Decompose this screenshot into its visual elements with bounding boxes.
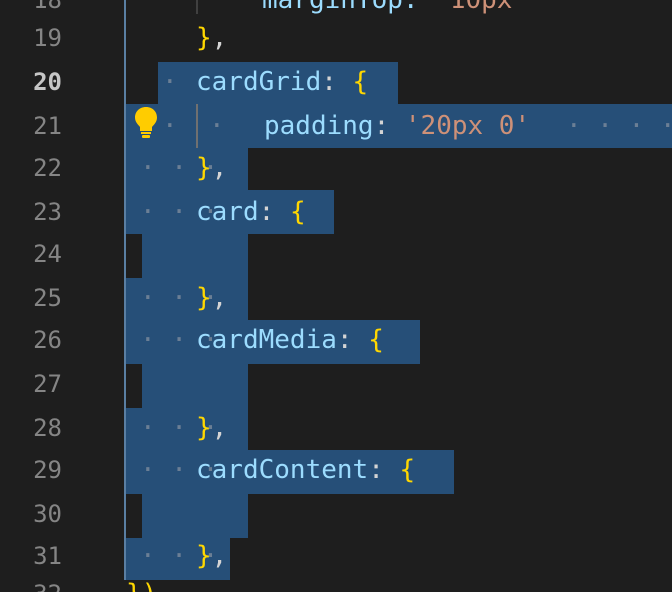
code-token: , <box>211 413 228 443</box>
code-token: } <box>196 541 212 571</box>
code-line[interactable]: 25 · · · }, <box>0 276 672 320</box>
whitespace-markers: · · · · · <box>566 111 672 141</box>
code-token: } <box>196 413 212 443</box>
code-line[interactable]: 22 · · · }, <box>0 146 672 190</box>
code-token: '20px 0' <box>404 111 531 141</box>
line-number: 26 <box>33 326 62 354</box>
code-editor[interactable]: 18 marginTop: '10px' 19 }, 20 · cardGrid… <box>0 0 672 592</box>
code-token: , <box>211 153 228 183</box>
code-token: } <box>196 153 212 183</box>
whitespace-markers: · <box>162 67 178 97</box>
code-token: , <box>211 283 228 313</box>
code-line[interactable]: 30 <box>0 492 672 536</box>
code-line[interactable]: 29 · · · cardContent: { <box>0 448 672 492</box>
code-token: padding <box>264 111 374 141</box>
code-token: marginTop: <box>262 0 435 15</box>
code-token: cardMedia <box>196 325 337 355</box>
line-number: 28 <box>33 414 62 442</box>
code-token: card <box>196 197 259 227</box>
code-token: : <box>336 325 369 355</box>
code-line[interactable]: 21 · · padding: '20px 0' · · · · · <box>0 104 672 148</box>
code-token: cardContent <box>196 455 369 485</box>
line-number: 25 <box>33 284 62 312</box>
line-number: 19 <box>33 24 62 52</box>
line-number: 24 <box>33 240 62 268</box>
code-token: '10px' <box>434 0 529 15</box>
code-token: : <box>373 111 405 141</box>
code-token: : <box>321 67 353 97</box>
code-token: } <box>196 283 212 313</box>
line-number: 22 <box>33 154 62 182</box>
line-number: 23 <box>33 198 62 226</box>
code-token: cardGrid <box>196 67 322 97</box>
code-token: } <box>196 23 212 53</box>
code-line[interactable]: 23 · · · card: { <box>0 190 672 234</box>
code-line[interactable]: 20 · cardGrid: { <box>0 60 672 104</box>
code-token: , <box>211 541 228 571</box>
line-number: 20 <box>33 68 62 96</box>
code-line[interactable]: 28 · · · }, <box>0 406 672 450</box>
code-token: { <box>352 67 369 97</box>
code-token: : <box>368 455 400 485</box>
code-line[interactable]: 26 · · · cardMedia: { <box>0 318 672 362</box>
line-number: 21 <box>33 112 62 140</box>
code-line[interactable]: 19 }, <box>0 16 672 60</box>
line-number: 29 <box>33 456 62 484</box>
code-token: }) <box>126 579 157 592</box>
line-number: 30 <box>33 500 62 528</box>
line-number: 32 <box>0 572 62 592</box>
code-line[interactable]: 32 }) <box>0 572 672 592</box>
code-token: { <box>368 325 384 355</box>
line-number: 27 <box>33 370 62 398</box>
code-token: { <box>289 197 306 227</box>
code-line[interactable]: 24 <box>0 232 672 276</box>
whitespace-markers: · · <box>162 111 225 141</box>
code-token: , <box>211 23 228 53</box>
code-line[interactable]: 27 <box>0 362 672 406</box>
code-token: { <box>399 455 416 485</box>
lightbulb-icon[interactable] <box>133 105 159 139</box>
code-token: : <box>258 197 290 227</box>
